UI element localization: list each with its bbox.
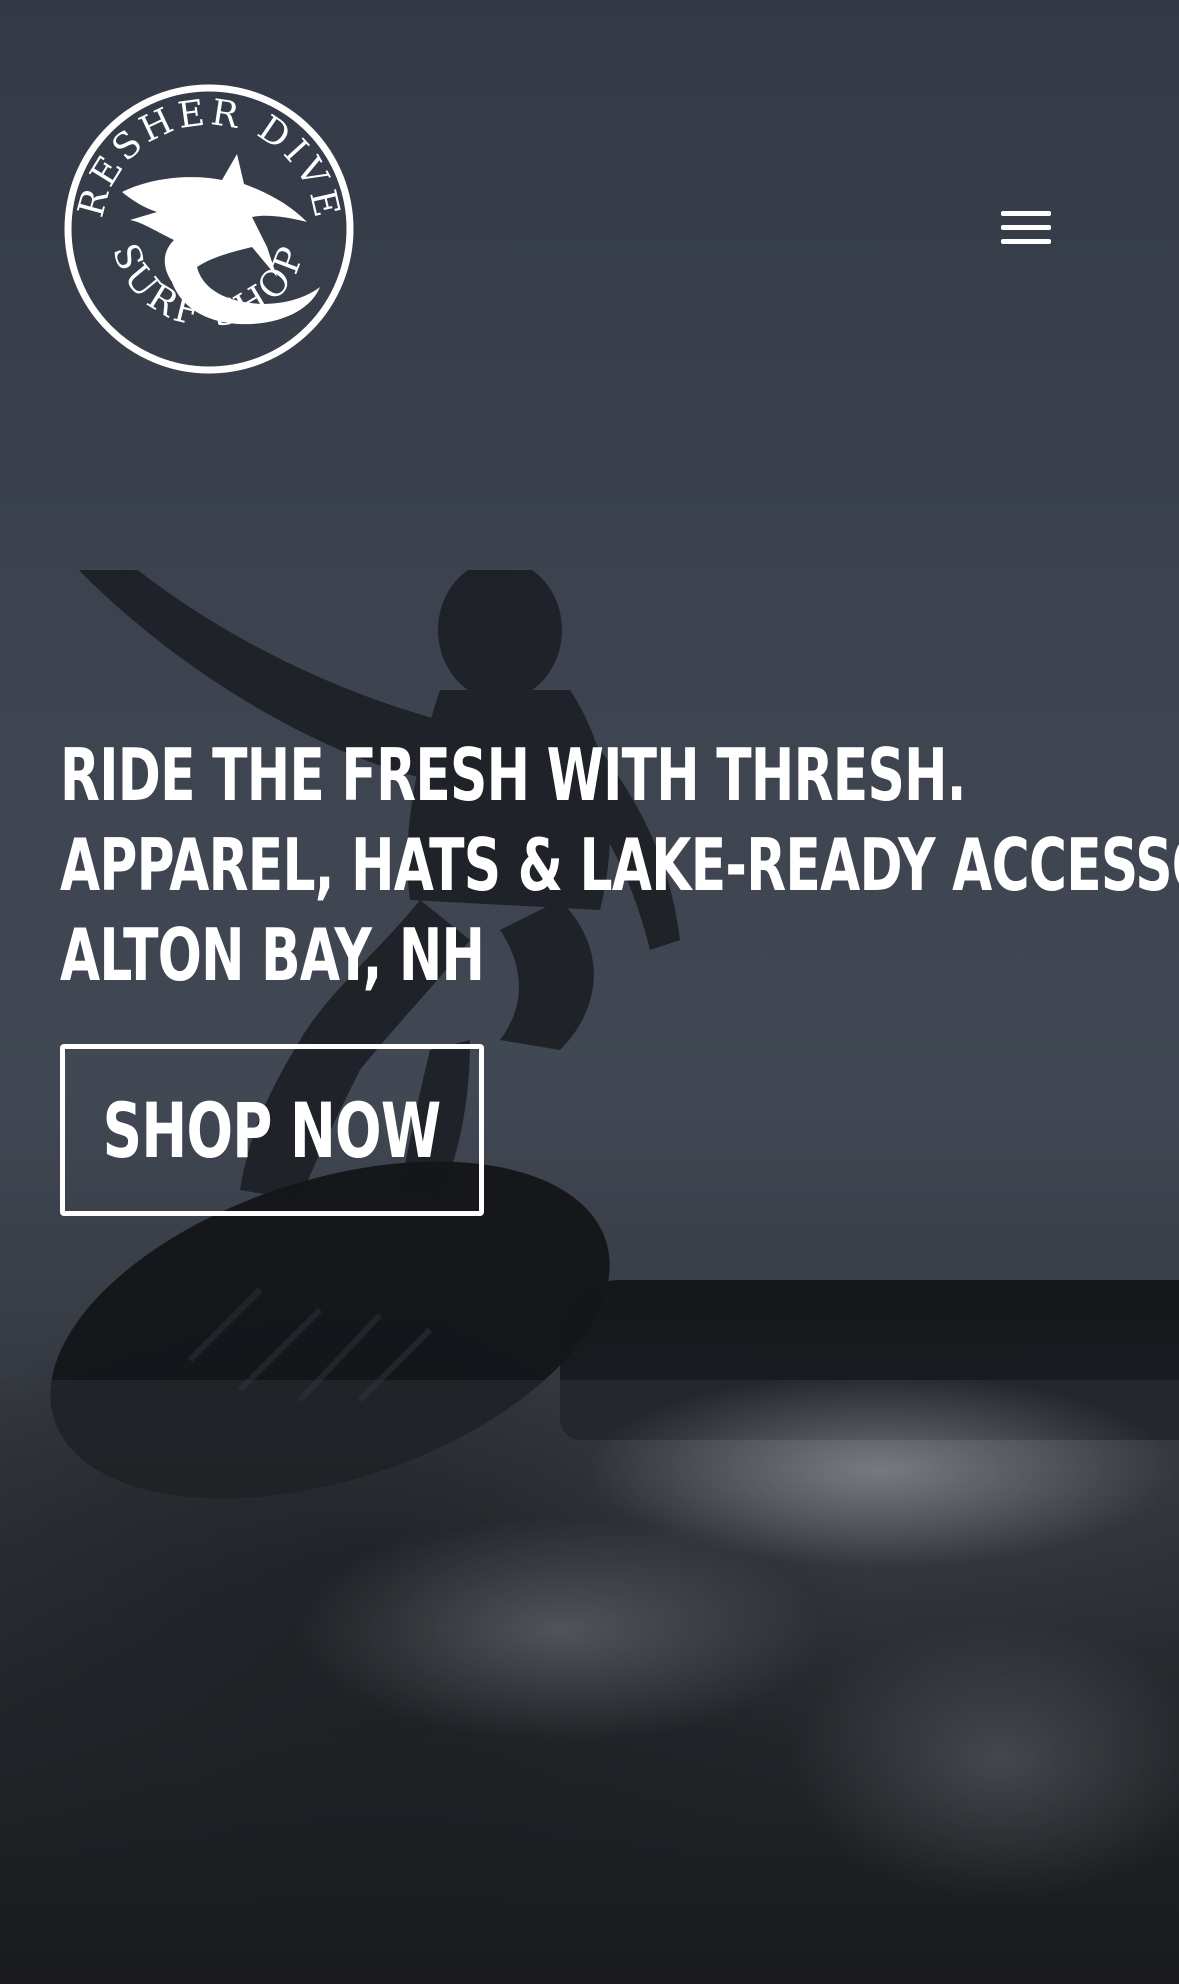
headline-line-1: RIDE THE FRESH WITH THRESH. [60,733,966,817]
hero-headline: RIDE THE FRESH WITH THRESH. APPAREL, HAT… [60,730,1179,1000]
hero-section: THRESHER DIVERS SURF SHOP RIDE THE FRESH… [0,0,1179,1984]
shop-now-button[interactable]: SHOP NOW [60,1044,484,1216]
menu-line [1001,238,1051,244]
headline-line-3: ALTON BAY, NH [60,913,485,997]
hamburger-menu-icon[interactable] [990,198,1062,256]
menu-line [1001,224,1051,230]
menu-line [1001,210,1051,216]
headline-line-2: APPAREL, HATS & LAKE-READY ACCESSORIES. [60,823,1179,907]
logo[interactable]: THRESHER DIVERS SURF SHOP [62,82,356,376]
shop-now-label: SHOP NOW [103,1085,442,1175]
